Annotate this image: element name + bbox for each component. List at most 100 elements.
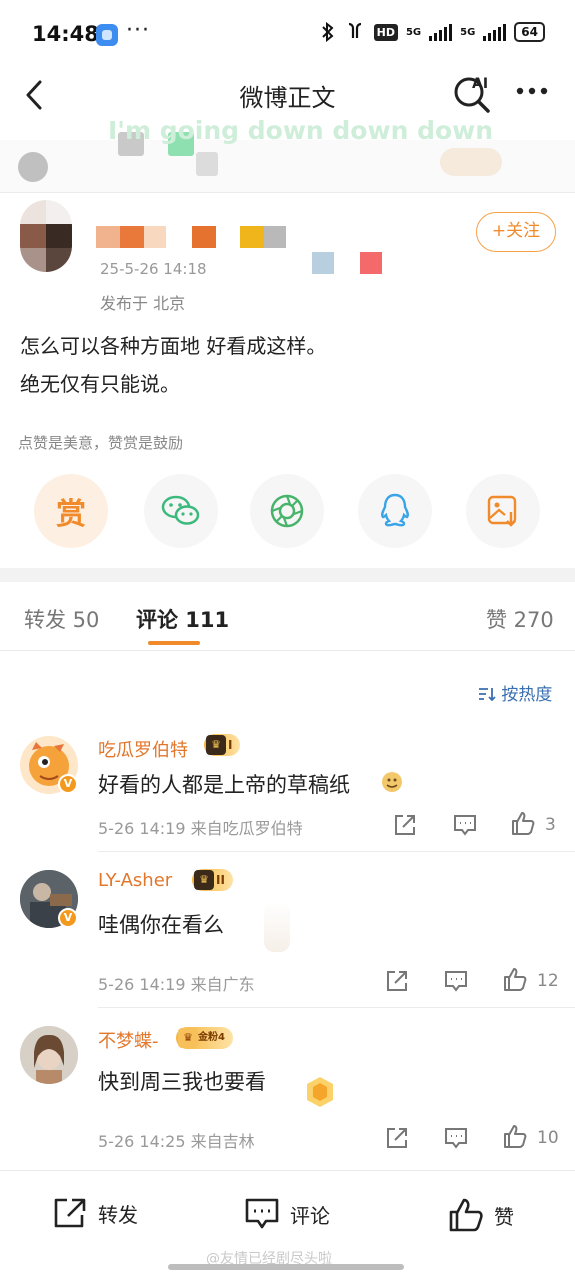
app-notification-icon: [96, 24, 118, 46]
hd-badge: HD: [373, 23, 398, 41]
crown-icon: ♛: [178, 1028, 198, 1048]
photo-avatar-icon: [20, 1026, 78, 1084]
comment-like-count: 10: [537, 1128, 559, 1148]
comment-icon: [245, 1198, 279, 1229]
top-nav: 微博正文 AI: [0, 70, 575, 120]
comment-button[interactable]: 评论: [244, 1197, 330, 1231]
image-download-icon: [487, 495, 517, 527]
tab-likes[interactable]: 赞 270: [486, 604, 554, 634]
earbuds-icon: [348, 22, 361, 38]
lyric-overlay-text: I'm going down down down: [108, 116, 494, 145]
post-text-line: 怎么可以各种方面地 好看成这样。: [20, 334, 327, 358]
verified-badge-icon: V: [58, 774, 78, 794]
battery-indicator: 64: [514, 22, 545, 42]
comment-author-name[interactable]: LY-Asher: [98, 870, 172, 891]
repost-button[interactable]: 转发: [52, 1197, 138, 1229]
status-indicators: HD 5G 5G 64: [320, 22, 545, 42]
divider: [0, 192, 575, 193]
fan-level-badge: ♛ II: [192, 869, 233, 891]
post-text-line: 绝无仅有只能说。: [20, 372, 180, 396]
emoji-icon: [382, 772, 402, 792]
signal-icon-2: [483, 23, 507, 41]
ai-label: AI: [472, 76, 488, 92]
reward-icon: 赏: [56, 497, 86, 532]
thumbs-up-icon: [449, 1198, 483, 1232]
reply-comment-icon[interactable]: [452, 812, 478, 838]
post-time: 25-5-26 14:18: [100, 260, 207, 278]
reward-button[interactable]: 赏: [34, 474, 108, 548]
verified-badge-icon: V: [58, 908, 78, 928]
save-image-button[interactable]: [466, 474, 540, 548]
network-label-1: 5G: [405, 26, 422, 38]
fan-level-label: 金粉4: [198, 1032, 225, 1043]
fan-level-badge: ♛ 金粉4: [176, 1027, 233, 1049]
comment-meta: 5-26 14:25 来自吉林: [98, 1132, 255, 1151]
fan-level-label: I: [228, 738, 233, 752]
section-separator: [0, 568, 575, 582]
like-comment-icon[interactable]: [510, 810, 536, 836]
moments-icon: [270, 494, 304, 528]
share-comment-icon[interactable]: [384, 1125, 410, 1151]
repost-label: 转发: [98, 1202, 138, 1227]
repost-icon: [54, 1198, 86, 1228]
author-avatar[interactable]: [20, 200, 72, 272]
tab-repost[interactable]: 转发 50: [24, 604, 99, 634]
like-button[interactable]: 赞: [448, 1197, 514, 1233]
blurred-vip-badges: [312, 252, 384, 274]
status-bar: 14:48 ··· HD 5G 5G 64: [0, 0, 575, 70]
comment-like-count: 3: [545, 815, 556, 835]
more-dots-icon: [516, 87, 548, 95]
reply-comment-icon[interactable]: [443, 968, 469, 994]
home-indicator[interactable]: [168, 1264, 404, 1270]
divider: [0, 650, 575, 651]
sort-by-hot-button[interactable]: 按热度: [478, 680, 552, 705]
like-comment-icon[interactable]: [502, 966, 528, 992]
comment-author-name[interactable]: 不梦蝶-: [98, 1027, 159, 1053]
fan-level-label: II: [216, 873, 225, 887]
like-label: 赞: [494, 1204, 514, 1229]
tab-comments[interactable]: 评论 111: [136, 604, 229, 634]
qq-icon: [380, 493, 410, 527]
active-tab-indicator: [148, 641, 200, 645]
blurred-header-strip: [0, 132, 575, 192]
comment-bubble-decoration: [264, 902, 290, 952]
share-moments-button[interactable]: [250, 474, 324, 548]
blurred-block: [196, 152, 218, 176]
status-time: 14:48: [32, 22, 99, 46]
fan-level-badge: ♛ I: [204, 734, 241, 756]
comment-text: 快到周三我也要看: [98, 1070, 266, 1094]
ai-search-icon: AI: [454, 76, 490, 113]
post-location: 发布于 北京: [100, 294, 186, 313]
divider: [98, 851, 575, 852]
comment-meta: 5-26 14:19 来自吃瓜罗伯特: [98, 819, 303, 838]
comment-meta: 5-26 14:19 来自广东: [98, 975, 255, 994]
crown-icon: ♛: [194, 870, 214, 890]
ai-search-button[interactable]: AI: [452, 72, 494, 114]
wechat-icon: [161, 495, 200, 525]
badge-medal-icon: [307, 1077, 333, 1107]
blurred-decoration: [440, 148, 502, 176]
blurred-author-name: [96, 226, 288, 248]
more-options-button[interactable]: [512, 76, 552, 106]
share-comment-icon[interactable]: [384, 968, 410, 994]
share-comment-icon[interactable]: [392, 812, 418, 838]
status-more-dots: ···: [126, 18, 150, 43]
divider: [98, 1007, 575, 1008]
like-comment-icon[interactable]: [502, 1123, 528, 1149]
share-qq-button[interactable]: [358, 474, 432, 548]
comment-label: 评论: [290, 1203, 330, 1228]
bluetooth-icon: [321, 22, 334, 42]
follow-button[interactable]: +关注: [476, 212, 556, 252]
sort-icon: [479, 688, 496, 702]
comment-avatar[interactable]: [20, 1026, 78, 1084]
comment-text: 好看的人都是上帝的草稿纸: [98, 773, 350, 797]
network-label-2: 5G: [460, 26, 476, 38]
reward-note: 点赞是美意，赞赏是鼓励: [18, 434, 184, 452]
comment-author-name[interactable]: 吃瓜罗伯特: [98, 736, 188, 762]
sort-label: 按热度: [501, 685, 553, 705]
comment-like-count: 12: [537, 971, 559, 991]
crown-icon: ♛: [206, 735, 226, 755]
reply-comment-icon[interactable]: [443, 1125, 469, 1151]
blurred-avatar: [18, 152, 48, 182]
share-wechat-button[interactable]: [144, 474, 218, 548]
